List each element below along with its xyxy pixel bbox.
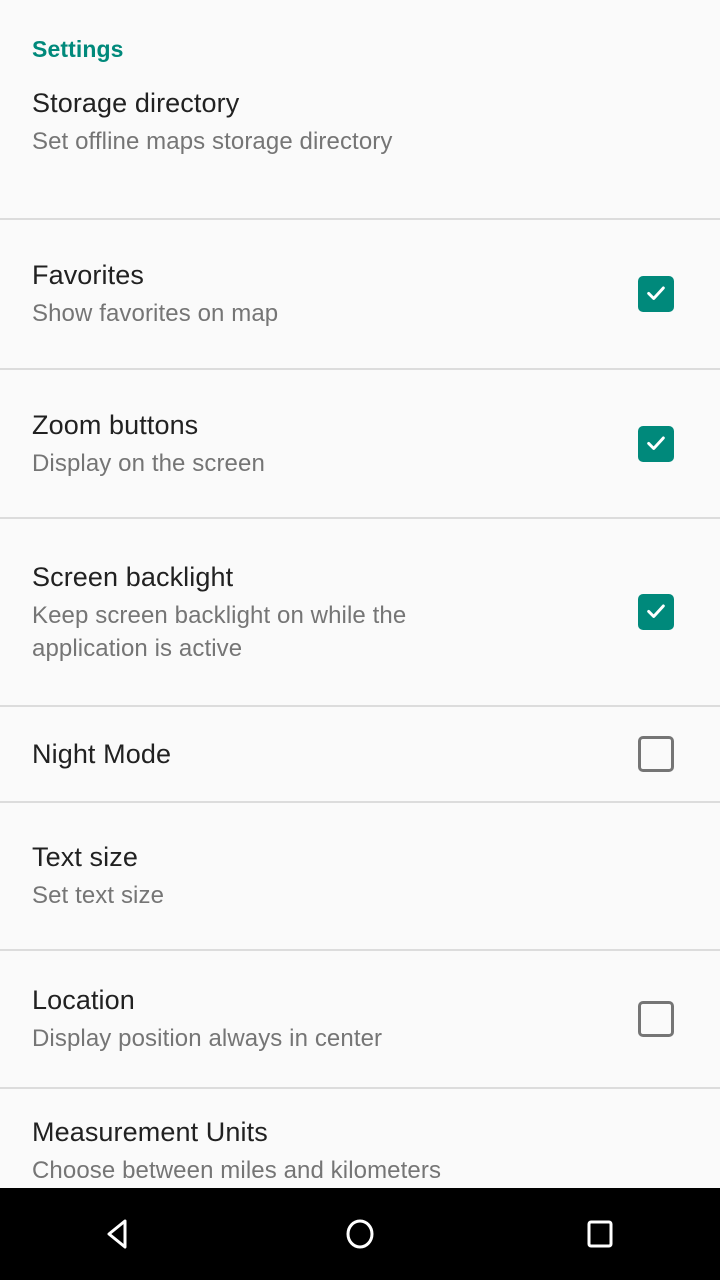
checkbox-checked-icon[interactable] [638, 594, 674, 630]
preference-widget[interactable] [638, 425, 674, 462]
preference-text-block: Storage directory Set offline maps stora… [32, 86, 392, 158]
preference-summary: Display position always in center [32, 1025, 383, 1052]
android-navigation-bar [0, 1188, 720, 1280]
nav-recents-button[interactable] [480, 1188, 720, 1280]
preference-text-block: Text size Set text size [32, 840, 164, 912]
recents-square-icon [587, 1220, 613, 1248]
preference-row-storage-directory[interactable]: Storage directory Set offline maps stora… [0, 62, 720, 218]
preference-widget[interactable] [638, 276, 674, 312]
section-header: Settings [0, 0, 720, 62]
preference-row-night-mode[interactable]: Night Mode [0, 707, 720, 801]
preference-text-block: Favorites Show favorites on map [32, 258, 278, 330]
nav-home-button[interactable] [240, 1188, 480, 1280]
preference-text-block: Measurement Units Choose between miles a… [32, 1115, 441, 1187]
checkbox-checked-icon[interactable] [638, 276, 674, 312]
preference-summary: Choose between miles and kilometers [32, 1157, 442, 1184]
preference-row-screen-backlight[interactable]: Screen backlight Keep screen backlight o… [0, 519, 720, 705]
preference-title: Storage directory [32, 88, 240, 118]
checkbox-unchecked-icon[interactable] [638, 1001, 674, 1037]
preference-widget[interactable] [638, 1001, 674, 1037]
preference-row-zoom-buttons[interactable]: Zoom buttons Display on the screen [0, 370, 720, 517]
home-circle-icon [346, 1219, 374, 1249]
preference-summary: Keep screen backlight on while the appli… [32, 601, 407, 662]
preference-title: Screen backlight [32, 561, 234, 592]
preference-row-text-size[interactable]: Text size Set text size [0, 803, 720, 949]
back-triangle-icon [107, 1219, 127, 1249]
preference-title: Favorites [32, 260, 144, 290]
preference-title: Zoom buttons [32, 409, 199, 440]
preference-title: Location [32, 985, 135, 1015]
section-header-label: Settings [32, 36, 124, 62]
preference-text-block: Location Display position always in cent… [32, 983, 382, 1055]
preference-summary: Set offline maps storage directory [32, 128, 393, 155]
preference-summary: Set text size [32, 882, 165, 909]
preference-row-favorites[interactable]: Favorites Show favorites on map [0, 220, 720, 368]
preference-title: Text size [32, 842, 138, 872]
settings-list[interactable]: Settings Storage directory Set offline m… [0, 0, 720, 1188]
checkmark-icon [647, 435, 665, 450]
checkmark-icon [647, 604, 665, 618]
preference-title: Night Mode [32, 739, 172, 769]
checkbox-checked-icon[interactable] [638, 425, 674, 462]
preference-widget[interactable] [638, 594, 674, 630]
preference-text-block: Zoom buttons Display on the screen [32, 408, 265, 480]
preference-widget[interactable] [638, 736, 674, 772]
checkmark-icon [647, 286, 665, 300]
preference-row-location[interactable]: Location Display position always in cent… [0, 951, 720, 1087]
android-settings-screen: Settings Storage directory Set offline m… [0, 0, 720, 1280]
preference-summary: Show favorites on map [32, 300, 279, 327]
preference-summary: Display on the screen [32, 449, 265, 477]
nav-back-button[interactable] [0, 1188, 240, 1280]
preference-text-block: Screen backlight Keep screen backlight o… [32, 560, 502, 665]
preference-row-measurement-units[interactable]: Measurement Units Choose between miles a… [0, 1089, 720, 1188]
checkbox-unchecked-icon[interactable] [638, 736, 674, 772]
preference-title: Measurement Units [32, 1117, 268, 1147]
preference-text-block: Night Mode [32, 737, 171, 771]
